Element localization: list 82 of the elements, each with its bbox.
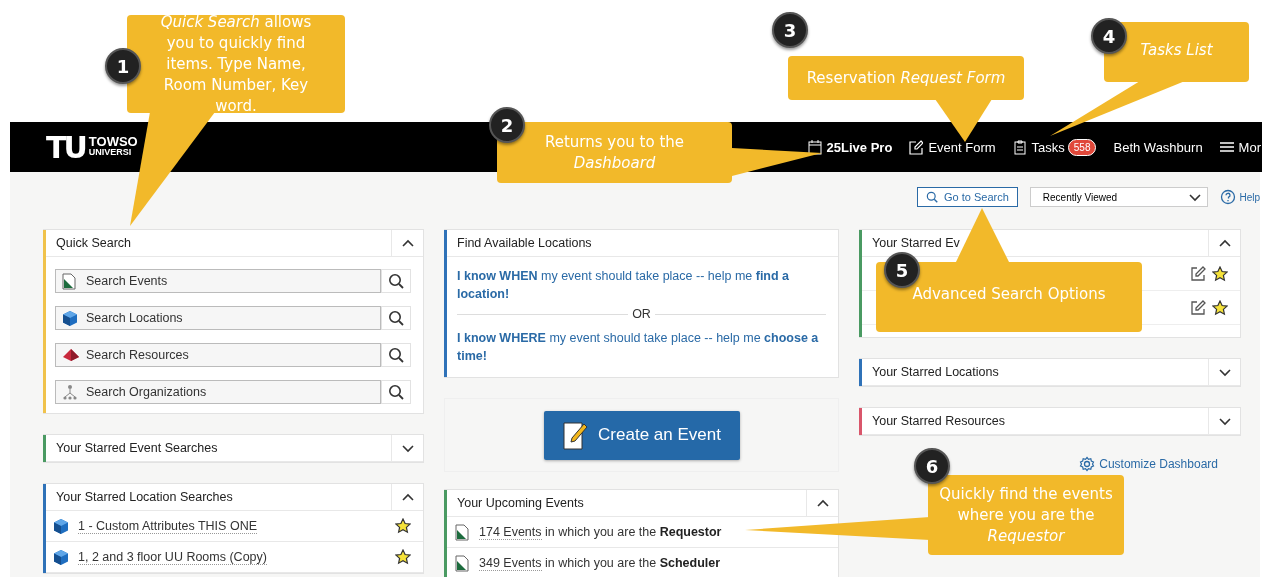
chevron-down-icon	[1218, 416, 1231, 426]
search-button[interactable]	[381, 343, 411, 367]
search-field[interactable]: Search Resources	[55, 343, 381, 367]
callout-text: Quickly find the events where you are the Requestor	[938, 483, 1114, 547]
chevron-down-icon	[1218, 367, 1231, 377]
card-title: Your Starred Location Searches	[55, 489, 234, 506]
logo-subtext: UNIVERSI	[88, 147, 133, 158]
cube-icon	[53, 548, 69, 566]
search-link[interactable]: 1 - Custom Attributes THIS ONE	[78, 518, 257, 534]
card-title: Your Starred Locations	[871, 364, 1000, 381]
help-icon	[1220, 189, 1237, 205]
menu-icon	[1219, 139, 1234, 155]
step-number-badge: 1	[105, 48, 141, 84]
chevron-up-icon	[401, 492, 414, 502]
callout-text: Reservation Request Form	[806, 67, 1006, 89]
chevron-up-icon	[1218, 238, 1231, 248]
separator-text: OR	[628, 307, 655, 321]
recent-dropdown[interactable]: Recently Viewed	[1029, 187, 1209, 207]
find-option-link[interactable]: I know WHERE my event should take place -- help me choose a time!	[457, 329, 826, 365]
search-button[interactable]	[381, 306, 411, 330]
hierarchy-icon	[62, 384, 78, 400]
customize-link[interactable]: Customize Dashboard	[1079, 456, 1218, 472]
nav-link[interactable]: Event Form	[909, 139, 996, 155]
pyramid-icon	[62, 347, 80, 363]
card-title: Quick Search	[55, 235, 133, 252]
search-button[interactable]	[381, 380, 411, 404]
edit-icon[interactable]	[1190, 299, 1206, 316]
nav-link[interactable]: Mor	[1219, 139, 1261, 155]
chevron-up-icon	[816, 498, 829, 508]
chevron-down-icon	[401, 443, 414, 453]
search-button[interactable]	[381, 269, 411, 293]
document-icon	[455, 554, 469, 572]
create-event-button[interactable]: Create an Event	[543, 410, 740, 460]
search-field[interactable]: Search Events	[55, 269, 381, 293]
document-icon	[455, 523, 469, 541]
search-icon	[926, 191, 938, 203]
card-title: Your Starred Ev	[871, 235, 961, 252]
cube-icon	[62, 310, 78, 327]
star-icon[interactable]	[1212, 299, 1228, 316]
card-title: Your Starred Event Searches	[55, 440, 219, 457]
logo-mark[interactable]: TU	[46, 129, 85, 165]
search-icon	[388, 273, 404, 289]
callout-text: Quick Search allows you to quickly find items. Type Name, Room Number, Key word.	[159, 11, 313, 117]
edit-icon[interactable]	[1190, 265, 1206, 282]
search-icon	[388, 347, 404, 363]
step-number-badge: 3	[772, 12, 808, 48]
star-icon[interactable]	[395, 518, 411, 534]
count-badge: 558	[1067, 138, 1097, 156]
cube-icon	[53, 517, 69, 535]
search-button[interactable]: Go to Search	[917, 187, 1018, 207]
search-icon	[388, 310, 404, 326]
calendar-icon	[807, 139, 822, 155]
callout-text: Returns you to the Dashboard	[543, 131, 686, 174]
search-field[interactable]: Search Organizations	[55, 380, 381, 404]
nav-link[interactable]: 25Live Pro	[807, 139, 893, 155]
nav-link[interactable]: Beth Washburn	[1113, 139, 1203, 155]
logo-text: TOWSO	[88, 136, 138, 147]
step-number-badge: 4	[1091, 18, 1127, 54]
edit-document-icon	[562, 420, 589, 450]
step-number-badge: 2	[489, 107, 525, 143]
event-summary: 174 Events in which you are the Requestor	[479, 525, 722, 539]
help-link[interactable]: Help	[1220, 189, 1260, 205]
star-icon[interactable]	[1212, 265, 1228, 282]
edit-icon	[909, 139, 924, 155]
callout-text: Tasks List	[1140, 40, 1213, 61]
event-count-link[interactable]: 174 Events	[479, 525, 542, 540]
search-link[interactable]: 1, 2 and 3 floor UU Rooms (Copy)	[78, 549, 267, 565]
event-count-link[interactable]: 349 Events	[479, 556, 542, 571]
chevron-up-icon	[401, 238, 414, 248]
search-field[interactable]: Search Locations	[55, 306, 381, 330]
document-icon	[62, 273, 76, 290]
clipboard-icon	[1012, 139, 1027, 155]
gear-icon	[1079, 456, 1096, 472]
card-title: Find Available Locations	[456, 235, 593, 252]
search-icon	[388, 384, 404, 400]
chevron-down-icon	[1189, 192, 1202, 202]
event-summary: 349 Events in which you are the Scheduler	[479, 556, 721, 570]
card-title: Your Upcoming Events	[456, 495, 585, 512]
find-option-link[interactable]: I know WHEN my event should take place -- help me find a location!	[457, 267, 826, 303]
card-title: Your Starred Resources	[871, 413, 1006, 430]
nav-link[interactable]: Tasks 558	[1012, 138, 1097, 156]
star-icon[interactable]	[395, 549, 411, 565]
